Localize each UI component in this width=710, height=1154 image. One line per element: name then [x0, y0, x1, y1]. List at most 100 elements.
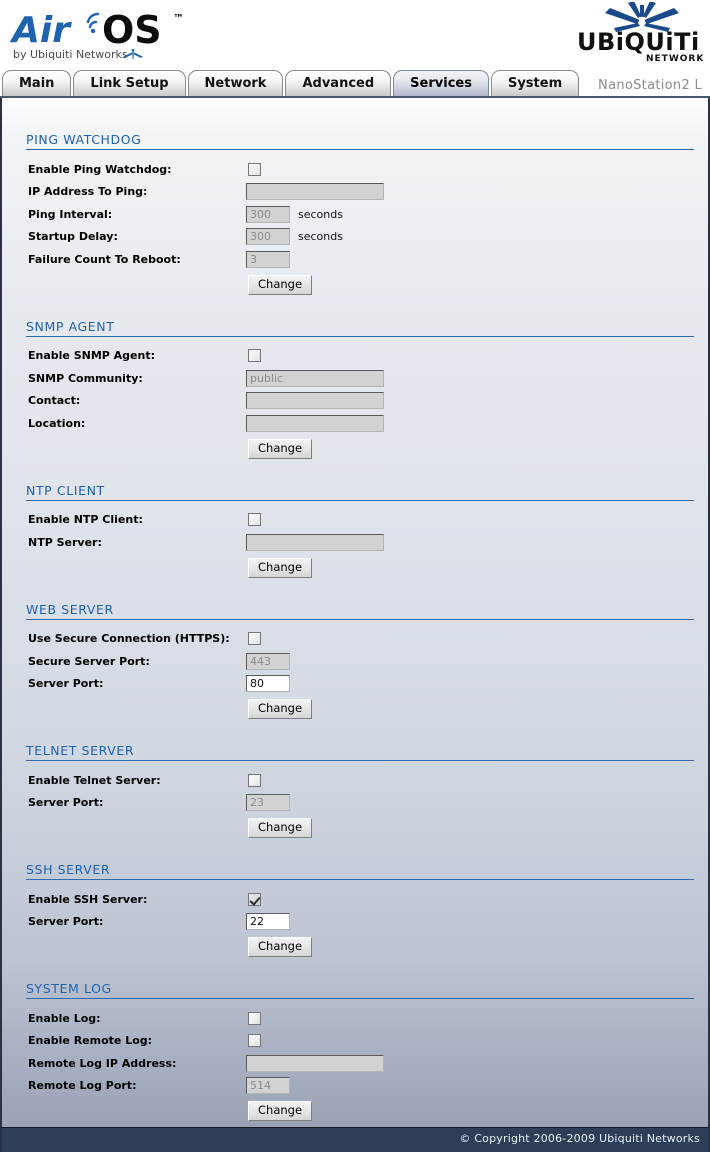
input-ssh-server-port[interactable]	[246, 913, 290, 931]
label-failure-count-to-reboot: Failure Count To Reboot:	[28, 252, 181, 266]
input-ping-interval[interactable]	[246, 205, 290, 223]
row-web-server-port: Server Port:	[14, 673, 696, 696]
input-startup-delay[interactable]	[246, 228, 290, 246]
tab-services[interactable]: Services	[393, 70, 489, 96]
airos-logo: Air OS ™ by Ubiquiti Networks	[9, 6, 240, 64]
section-title-telnet-server: TELNET SERVER	[26, 743, 135, 758]
tab-main[interactable]: Main	[2, 70, 72, 96]
page-footer: © Copyright 2006-2009 Ubiquiti Networks	[0, 1127, 710, 1152]
checkbox-enable-log[interactable]	[248, 1011, 261, 1025]
input-ip-address-to-ping[interactable]	[246, 183, 384, 201]
row-enable-ssh-server: Enable SSH Server:	[14, 888, 696, 911]
change-button-web-server[interactable]: Change	[248, 699, 313, 719]
row-ping-interval: Ping Interval: seconds	[14, 203, 696, 226]
row-use-secure-connection: Use Secure Connection (HTTPS):	[14, 628, 696, 651]
change-button-telnet-server[interactable]: Change	[248, 818, 313, 838]
input-telnet-server-port[interactable]	[246, 794, 290, 812]
checkbox-enable-remote-log[interactable]	[248, 1034, 261, 1048]
main-navigation-tabs: Main Link Setup Network Advanced Service…	[0, 68, 710, 98]
checkbox-use-secure-connection[interactable]	[248, 632, 261, 646]
label-contact: Contact:	[28, 394, 81, 408]
airos-services-page: Air OS ™ by Ubiquiti Networks UBiQUiTi N…	[0, 0, 710, 1154]
tab-system[interactable]: System	[490, 70, 580, 96]
section-title-system-log: SYSTEM LOG	[26, 981, 112, 996]
row-change-snmp-agent: Change	[14, 435, 696, 463]
section-telnet-server: TELNET SERVER Enable Telnet Server: Serv…	[14, 743, 696, 842]
change-button-system-log[interactable]: Change	[248, 1101, 313, 1121]
row-remote-log-port: Remote Log Port:	[14, 1075, 696, 1098]
section-ping-watchdog: PING WATCHDOG Enable Ping Watchdog: IP A…	[14, 132, 696, 299]
input-remote-log-ip-address[interactable]	[246, 1054, 384, 1072]
tab-network[interactable]: Network	[187, 70, 284, 96]
label-enable-log: Enable Log:	[28, 1011, 101, 1025]
change-button-snmp-agent[interactable]: Change	[248, 438, 313, 459]
label-enable-remote-log: Enable Remote Log:	[28, 1034, 153, 1048]
section-divider	[26, 149, 694, 150]
row-ssh-server-port: Server Port:	[14, 911, 696, 934]
svg-text:™: ™	[173, 12, 184, 25]
section-divider	[26, 760, 694, 761]
label-enable-ntp-client: Enable NTP Client:	[28, 513, 143, 527]
change-button-ssh-server[interactable]: Change	[248, 937, 313, 957]
section-title-ssh-server: SSH SERVER	[26, 862, 111, 877]
section-title-ping-watchdog: PING WATCHDOG	[26, 132, 142, 147]
label-enable-snmp-agent: Enable SNMP Agent:	[28, 349, 156, 363]
settings-content: PING WATCHDOG Enable Ping Watchdog: IP A…	[0, 98, 710, 1127]
row-remote-log-ip-address: Remote Log IP Address:	[14, 1052, 696, 1075]
section-divider	[26, 618, 694, 620]
row-enable-ping-watchdog: Enable Ping Watchdog:	[14, 158, 696, 181]
checkbox-enable-ntp-client[interactable]	[248, 513, 261, 527]
input-failure-count-to-reboot[interactable]	[246, 250, 290, 268]
row-ip-address-to-ping: IP Address To Ping:	[14, 181, 696, 204]
label-ping-interval: Ping Interval:	[28, 207, 113, 221]
label-use-secure-connection: Use Secure Connection (HTTPS):	[28, 632, 230, 646]
row-enable-remote-log: Enable Remote Log:	[14, 1030, 696, 1053]
label-ssh-server-port: Server Port:	[28, 915, 104, 929]
page-header: Air OS ™ by Ubiquiti Networks UBiQUiTi N…	[0, 0, 710, 68]
input-web-server-port[interactable]	[246, 675, 290, 693]
ubiquiti-logo: UBiQUiTi NETWORKS	[574, 1, 710, 64]
row-contact: Contact:	[14, 390, 696, 413]
row-enable-log: Enable Log:	[14, 1007, 696, 1030]
label-enable-telnet-server: Enable Telnet Server:	[28, 773, 161, 787]
checkbox-enable-snmp-agent[interactable]	[248, 349, 261, 363]
row-failure-count-to-reboot: Failure Count To Reboot:	[14, 248, 696, 271]
checkbox-enable-telnet-server[interactable]	[248, 773, 261, 787]
label-enable-ping-watchdog: Enable Ping Watchdog:	[28, 162, 172, 176]
input-contact[interactable]	[246, 392, 384, 410]
row-telnet-server-port: Server Port:	[14, 792, 696, 815]
row-change-telnet-server: Change	[14, 814, 696, 842]
checkbox-enable-ping-watchdog[interactable]	[248, 162, 261, 176]
input-remote-log-port[interactable]	[246, 1077, 290, 1095]
row-location: Location:	[14, 412, 696, 435]
change-button-ping-watchdog[interactable]: Change	[248, 274, 313, 295]
row-enable-telnet-server: Enable Telnet Server:	[14, 769, 696, 792]
svg-text:Air: Air	[10, 10, 72, 51]
row-startup-delay: Startup Delay: seconds	[14, 226, 696, 249]
row-secure-server-port: Secure Server Port:	[14, 650, 696, 673]
label-telnet-server-port: Server Port:	[28, 796, 104, 810]
row-change-ping-watchdog: Change	[14, 271, 696, 299]
input-ntp-server[interactable]	[246, 533, 384, 551]
row-ntp-server: NTP Server:	[14, 531, 696, 554]
input-location[interactable]	[246, 414, 384, 432]
row-enable-ntp-client: Enable NTP Client:	[14, 509, 696, 532]
copyright-text: © Copyright 2006-2009 Ubiquiti Networks	[459, 1132, 700, 1145]
row-change-ssh-server: Change	[14, 933, 696, 961]
checkbox-enable-ssh-server[interactable]	[248, 892, 261, 906]
input-snmp-community[interactable]	[246, 369, 384, 387]
tab-advanced[interactable]: Advanced	[285, 70, 392, 96]
section-system-log: SYSTEM LOG Enable Log: Enable Remote Log…	[14, 981, 696, 1125]
label-ip-address-to-ping: IP Address To Ping:	[28, 185, 148, 199]
section-title-ntp-client: NTP CLIENT	[26, 482, 105, 498]
svg-text:OS: OS	[102, 8, 162, 52]
svg-text:UBiQUiTi: UBiQUiTi	[577, 28, 700, 56]
row-snmp-community: SNMP Community:	[14, 367, 696, 390]
tab-link-setup[interactable]: Link Setup	[73, 70, 186, 96]
label-remote-log-port: Remote Log Port:	[28, 1079, 137, 1093]
device-name-label: NanoStation2 L	[598, 78, 702, 93]
section-title-snmp-agent: SNMP AGENT	[26, 318, 115, 334]
input-secure-server-port[interactable]	[246, 652, 290, 670]
section-divider	[26, 998, 694, 999]
change-button-ntp-client[interactable]: Change	[248, 557, 313, 578]
